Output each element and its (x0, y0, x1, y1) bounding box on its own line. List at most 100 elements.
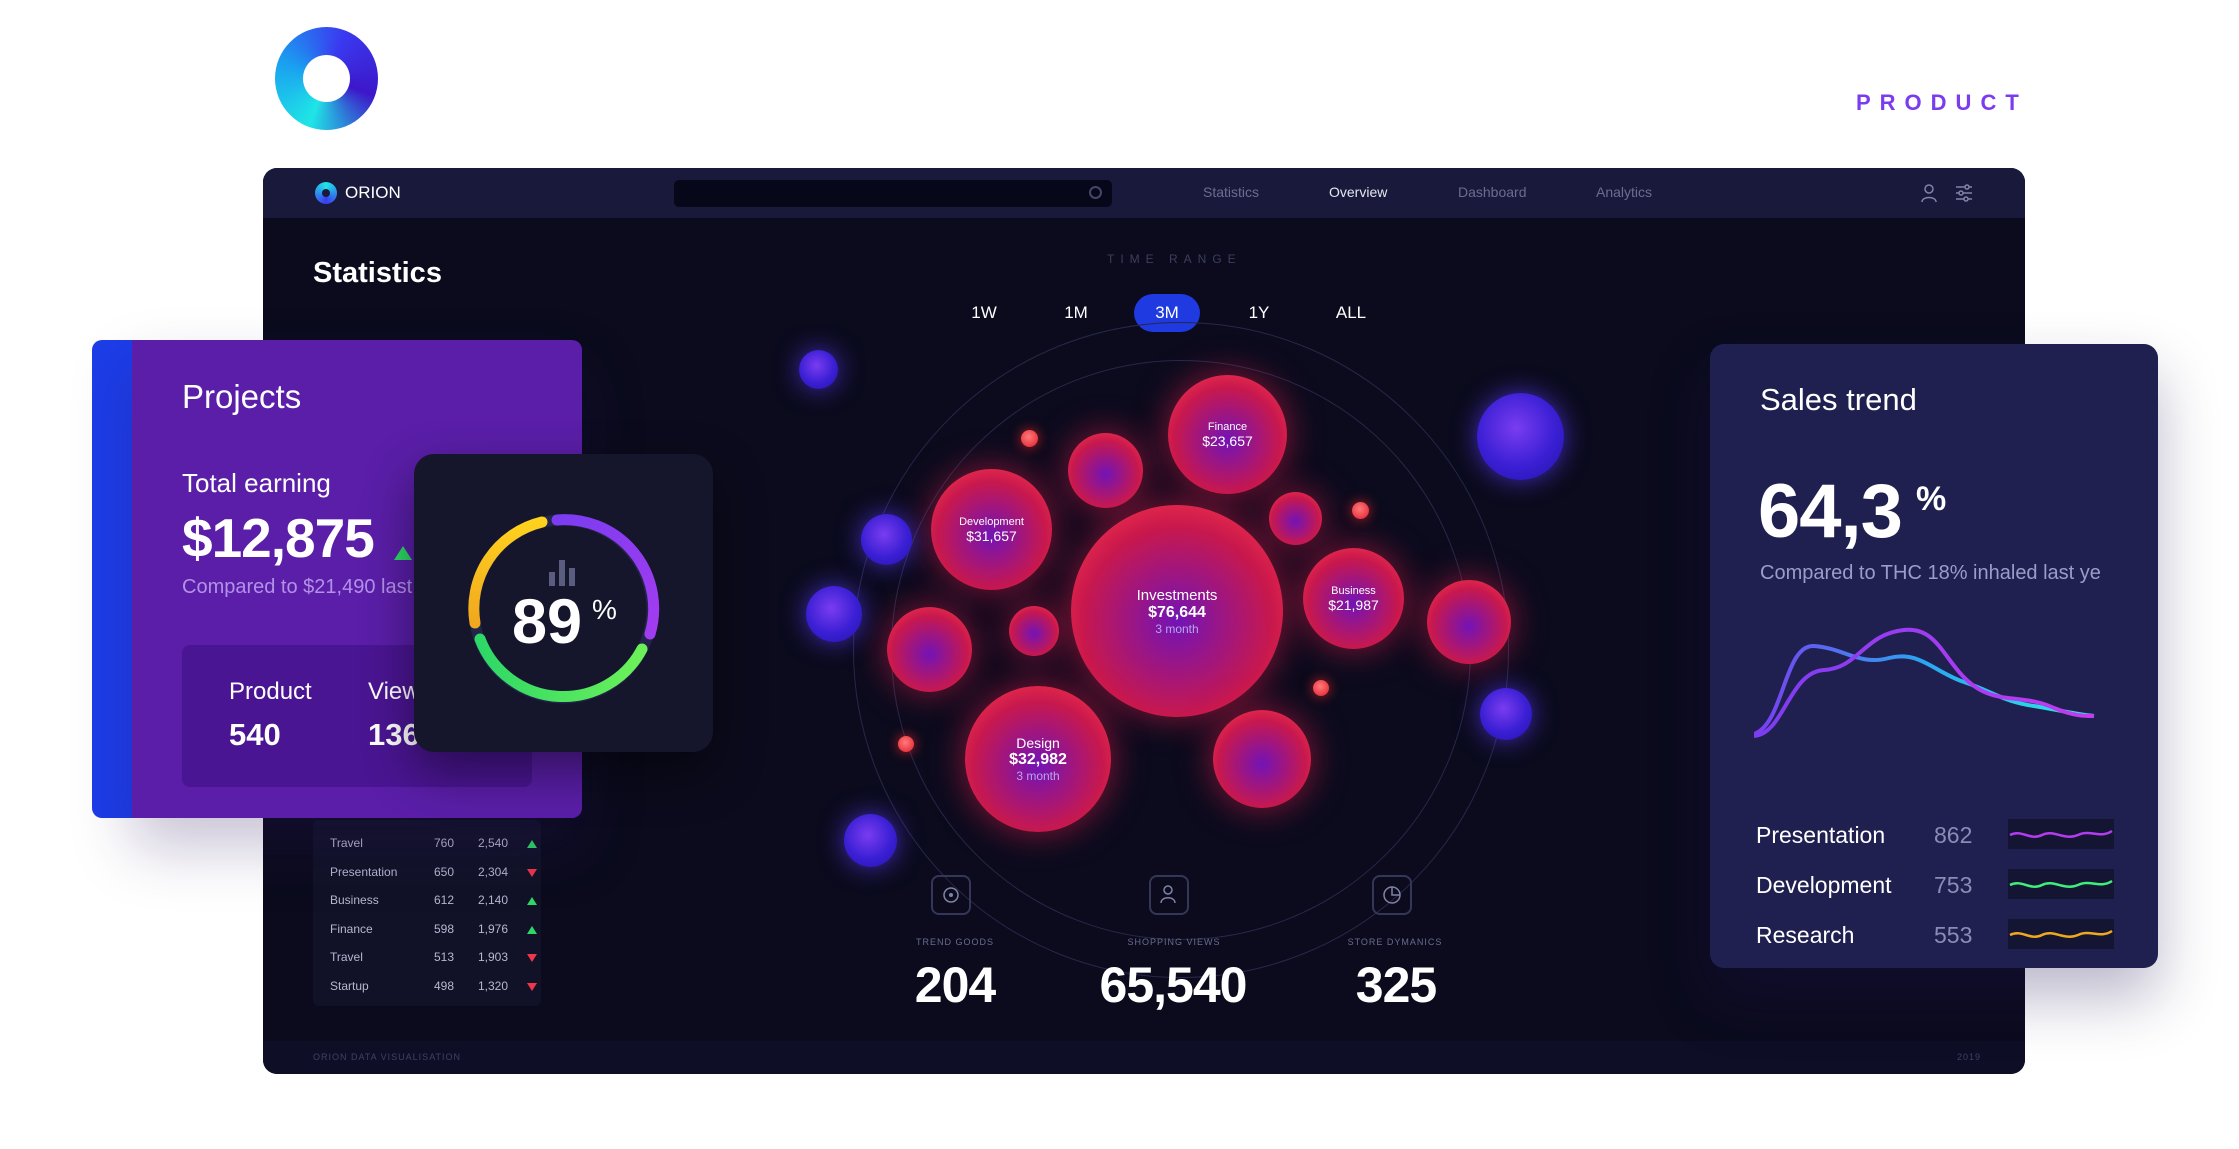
bubble[interactable] (1427, 580, 1511, 664)
bubble-investments[interactable]: Investments $76,644 3 month (1071, 505, 1283, 717)
orion-logo-icon (275, 27, 378, 130)
table-cell: 498 (434, 978, 455, 993)
bubble-business-value: $21,987 (1328, 596, 1379, 613)
nav-dashboard[interactable]: Dashboard (1458, 184, 1527, 200)
brand-name[interactable]: ORION (345, 183, 401, 203)
bubble-dot[interactable] (1352, 502, 1369, 519)
bubble-finance[interactable]: Finance $23,657 (1168, 375, 1287, 494)
bubble[interactable] (861, 514, 912, 565)
table-row[interactable]: Business 612 2,140 (330, 893, 537, 911)
sales-unit: % (1916, 480, 1947, 518)
sales-row-value: 862 (1934, 822, 1973, 848)
bubble-dot[interactable] (898, 736, 914, 752)
bubble-development-name: Development (959, 515, 1024, 528)
bubble-investments-value: $76,644 (1148, 603, 1206, 621)
projects-title: Projects (182, 378, 302, 415)
table-cell: 612 (434, 893, 455, 907)
bubble-dot[interactable] (1021, 430, 1038, 447)
product-label: Product (229, 678, 312, 705)
table-cell: 2,540 (478, 836, 509, 850)
trend-down-icon (527, 868, 537, 877)
bubble[interactable] (1213, 710, 1311, 808)
bubble-dot[interactable] (1313, 680, 1329, 696)
bubble-investments-name: Investments (1136, 586, 1218, 604)
bubble[interactable] (1269, 492, 1322, 545)
shopping-views-icon[interactable] (1149, 875, 1189, 915)
bubble-business[interactable]: Business $21,987 (1303, 548, 1404, 649)
table-row[interactable]: Finance 598 1,976 (330, 921, 537, 940)
nav-analytics[interactable]: Analytics (1596, 184, 1652, 200)
settings-sliders-icon[interactable] (1955, 183, 1973, 203)
search-icon[interactable] (1089, 186, 1102, 199)
nav-overview[interactable]: Overview (1329, 184, 1387, 200)
table-cell: Presentation (330, 864, 398, 879)
table-row[interactable]: Startup 498 1,320 (330, 978, 537, 997)
bubble-investments-period: 3 month (1155, 621, 1199, 636)
range-all-button[interactable]: ALL (1318, 294, 1384, 332)
kpi-label-trend-goods: TREND GOODS (915, 937, 994, 947)
gauge-unit: % (592, 594, 617, 625)
sales-title: Sales trend (1760, 382, 1917, 417)
nav-statistics[interactable]: Statistics (1203, 184, 1259, 200)
product-value: 540 (229, 717, 281, 752)
search-input[interactable] (674, 180, 1112, 207)
bubble[interactable] (799, 350, 838, 389)
table-cell: 513 (434, 950, 455, 964)
views-value: 136 (368, 717, 420, 752)
sales-row-label: Presentation (1756, 822, 1886, 848)
bubble[interactable] (1477, 393, 1564, 480)
sales-row-value: 753 (1934, 872, 1973, 898)
sales-row-sparkline (2008, 869, 2114, 899)
kpi-value-store-dynamics: 325 (1355, 957, 1437, 1013)
trend-line-cyan (1754, 643, 2095, 736)
table-cell: 760 (434, 836, 455, 850)
table-cell: Finance (330, 921, 373, 936)
sales-row-label: Development (1756, 872, 1892, 898)
table-cell: Travel (330, 950, 363, 964)
total-earning-label: Total earning (182, 468, 331, 498)
user-icon[interactable] (1921, 183, 1937, 203)
bubble[interactable] (1480, 688, 1532, 740)
table-row[interactable]: Travel 760 2,540 (330, 836, 537, 854)
table-row[interactable]: Travel 513 1,903 (330, 950, 537, 968)
bubble-design[interactable]: Design $32,982 3 month (965, 686, 1111, 832)
range-1w-button[interactable]: 1W (951, 294, 1017, 332)
bubble-development[interactable]: Development $31,657 (931, 469, 1052, 590)
top-navbar: ORION Statistics Overview Dashboard Anal… (263, 168, 2025, 218)
table-cell: 650 (434, 864, 455, 879)
sales-value: 64,3 (1758, 469, 1903, 554)
sales-row-sparkline (2008, 819, 2114, 849)
range-1m-button[interactable]: 1M (1043, 294, 1109, 332)
product-tag: PRODUCT (1856, 90, 2028, 115)
trend-down-icon (527, 982, 537, 991)
bubble[interactable] (844, 814, 897, 867)
sales-compare: Compared to THC 18% inhaled last ye (1760, 562, 2101, 584)
total-earning-amount: $12,875 (182, 507, 375, 569)
sales-row-value: 553 (1934, 922, 1973, 948)
trend-goods-icon[interactable] (931, 875, 971, 915)
table-cell: Business (330, 893, 379, 907)
trend-up-icon (527, 897, 537, 905)
kpi-label-shopping-views: SHOPPING VIEWS (1127, 937, 1221, 947)
bubble-design-name: Design (1016, 735, 1060, 751)
kpi-value-shopping-views: 65,540 (1099, 957, 1248, 1013)
trend-up-icon (527, 925, 537, 934)
table-cell: 1,976 (478, 921, 509, 936)
bar-chart-icon (549, 560, 575, 586)
footer-caption: ORION DATA VISUALISATION (313, 1052, 462, 1062)
store-dynamics-icon[interactable] (1372, 875, 1412, 915)
table-cell: 1,903 (478, 950, 509, 964)
bubble[interactable] (1009, 606, 1059, 656)
table-cell: 2,140 (478, 893, 509, 907)
bubble[interactable] (1068, 433, 1143, 508)
bubble[interactable] (887, 607, 972, 692)
bubble[interactable] (806, 586, 862, 642)
category-table: Travel 760 2,540 Presentation 650 2,304 Busine… (313, 820, 541, 1006)
trend-down-icon (527, 954, 537, 962)
trend-line-purple (1754, 627, 2095, 738)
table-cell: 598 (434, 921, 455, 936)
table-row[interactable]: Presentation 650 2,304 (330, 864, 537, 883)
bubble-development-value: $31,657 (966, 527, 1017, 544)
footer-year: 2019 (1956, 1052, 1981, 1062)
table-cell: 1,320 (478, 978, 509, 993)
